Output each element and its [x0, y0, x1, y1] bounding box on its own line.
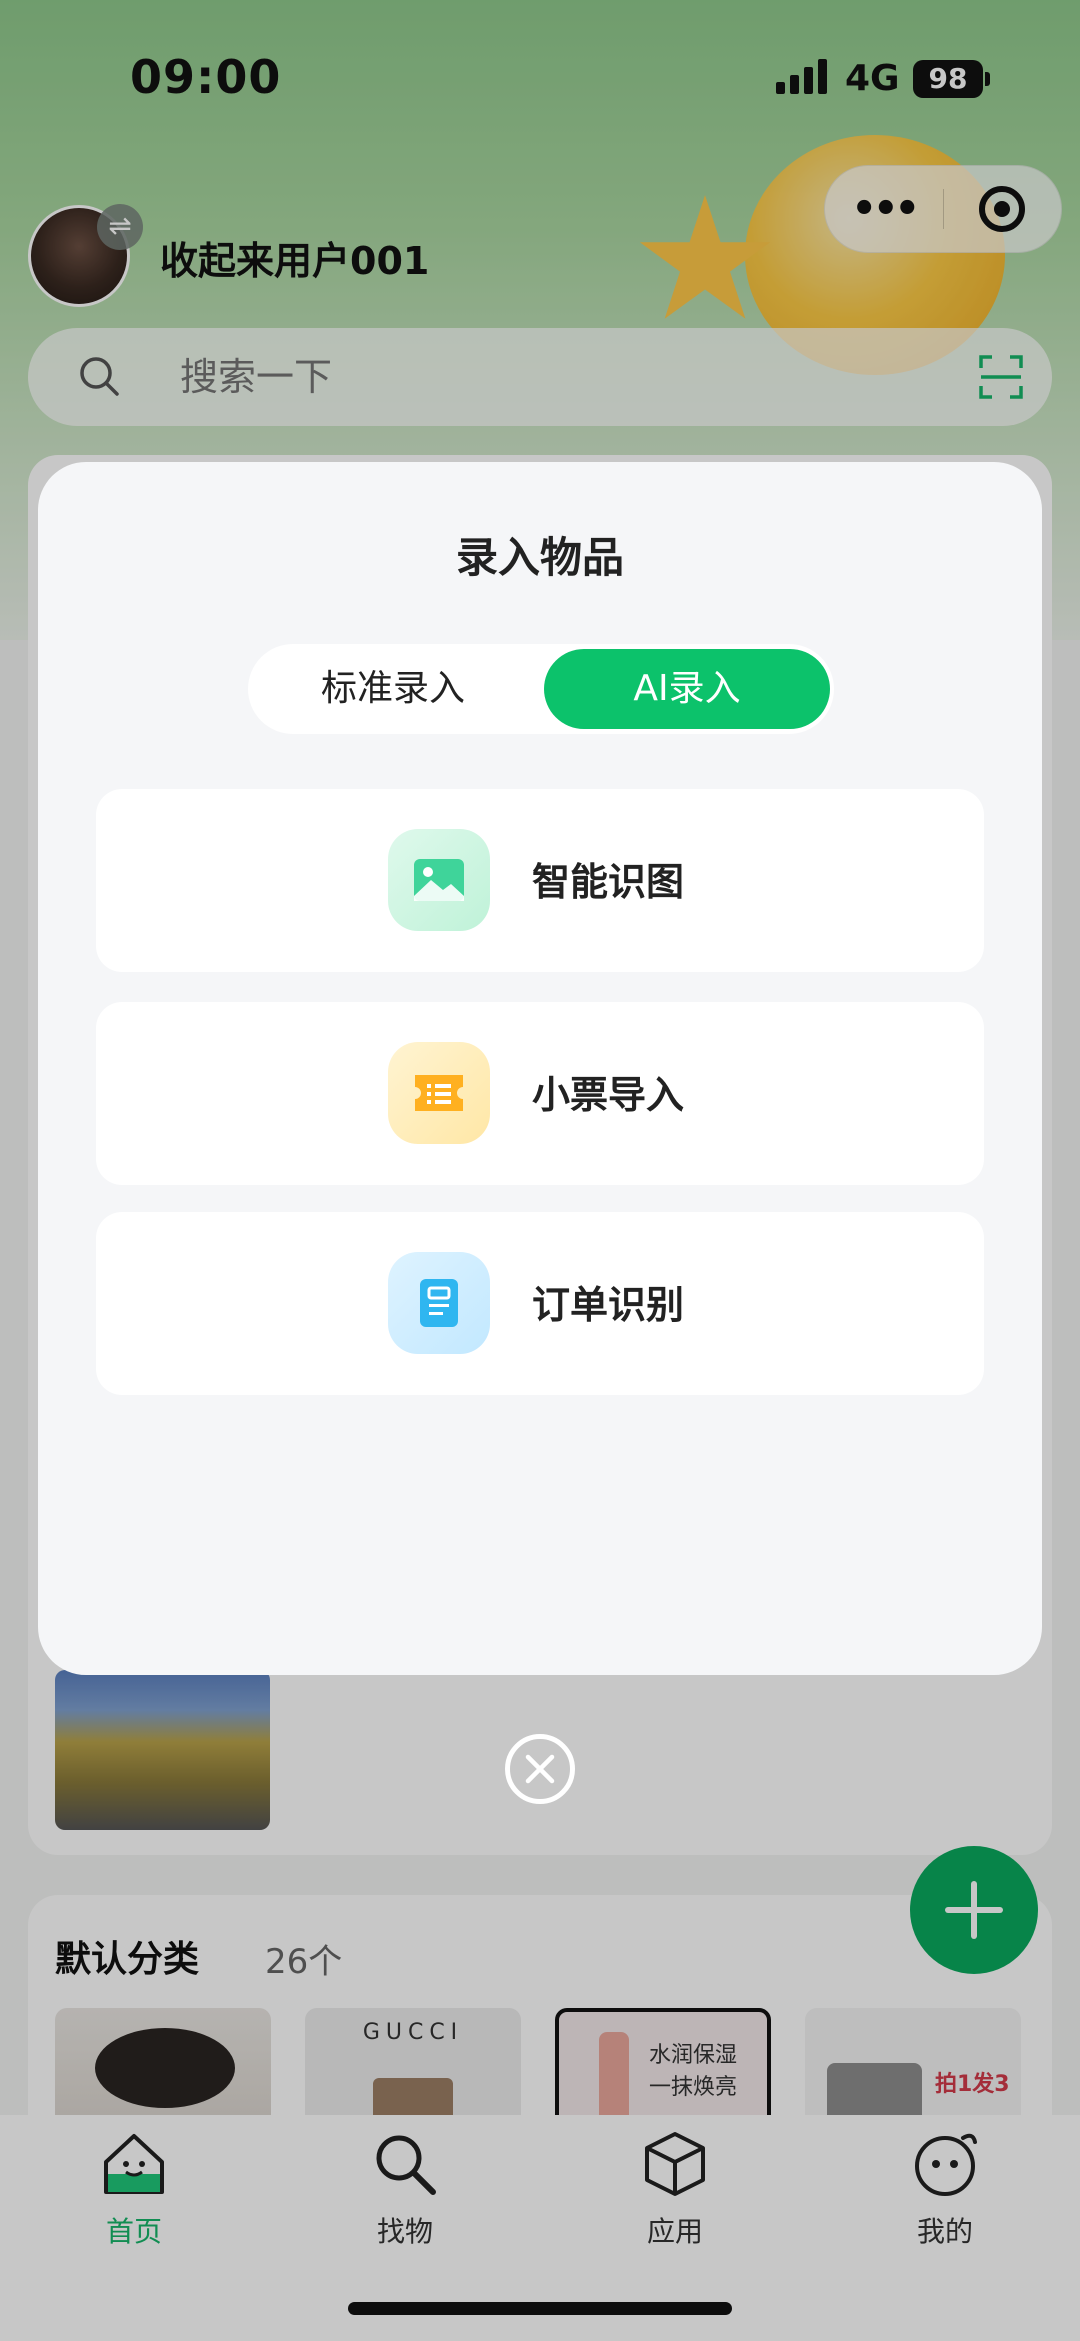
entry-mode-switch: 标准录入 AI录入 [248, 644, 834, 734]
option-order-recognition[interactable]: 订单识别 [96, 1212, 984, 1395]
option-receipt-import[interactable]: 小票导入 [96, 1002, 984, 1185]
option-label: 小票导入 [532, 1073, 685, 1117]
receipt-icon [388, 1042, 490, 1144]
add-item-modal: 录入物品 标准录入 AI录入 智能识图 小票导入 订单识别 [38, 462, 1042, 1675]
option-label: 智能识图 [532, 860, 685, 904]
tab-ai-entry[interactable]: AI录入 [544, 649, 830, 729]
order-doc-icon [388, 1252, 490, 1354]
image-icon [388, 829, 490, 931]
option-smart-image[interactable]: 智能识图 [96, 789, 984, 972]
close-icon [525, 1754, 555, 1784]
tab-standard-entry[interactable]: 标准录入 [250, 649, 536, 729]
modal-title: 录入物品 [455, 533, 624, 582]
close-modal-button[interactable] [505, 1734, 575, 1804]
option-label: 订单识别 [532, 1283, 685, 1327]
